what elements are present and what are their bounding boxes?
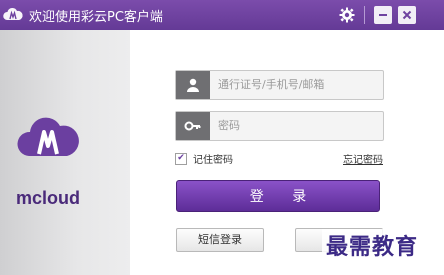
close-icon <box>402 10 412 20</box>
brand-panel: mcloud <box>0 30 130 275</box>
watermark-text: 最需教育 <box>322 229 423 261</box>
title-bar: 欢迎使用彩云PC客户端 <box>0 0 444 30</box>
remember-label: 记住密码 <box>193 155 233 166</box>
mcloud-logo-icon <box>15 108 81 174</box>
sms-login-button[interactable]: 短信登录 <box>176 228 264 252</box>
minimize-button[interactable] <box>374 6 392 24</box>
remember-password[interactable]: ✔ 记住密码 <box>175 151 233 166</box>
titlebar-separator <box>364 6 365 24</box>
forgot-password-link[interactable]: 忘记密码 <box>343 151 383 166</box>
password-input[interactable]: 密码 <box>218 112 240 140</box>
account-input[interactable]: 通行证号/手机号/邮箱 <box>218 71 324 99</box>
password-field[interactable]: 密码 <box>175 111 384 141</box>
minimize-icon <box>379 14 387 16</box>
gear-icon[interactable] <box>338 6 356 24</box>
cloud-app-icon <box>2 4 24 26</box>
user-icon <box>176 71 210 99</box>
key-icon <box>176 112 210 140</box>
window-title: 欢迎使用彩云PC客户端 <box>29 10 163 25</box>
account-field[interactable]: 通行证号/手机号/邮箱 <box>175 70 384 100</box>
remember-checkbox[interactable]: ✔ <box>175 152 187 165</box>
brand-logo-text: mcloud <box>16 188 81 208</box>
close-button[interactable] <box>398 6 416 24</box>
login-button[interactable]: 登 录 <box>176 180 380 212</box>
